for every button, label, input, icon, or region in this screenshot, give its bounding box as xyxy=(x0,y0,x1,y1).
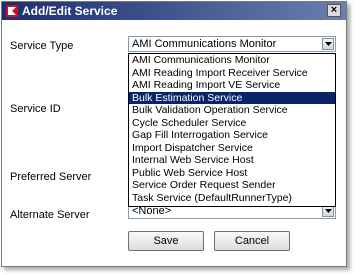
alternate-server-label: Alternate Server xyxy=(10,209,90,221)
dropdown-option[interactable]: Cycle Scheduler Service xyxy=(129,117,335,130)
service-type-dropdown-button[interactable] xyxy=(322,38,334,50)
service-type-label: Service Type xyxy=(10,40,74,52)
dropdown-option[interactable]: Bulk Validation Operation Service xyxy=(129,104,335,117)
dropdown-option[interactable]: Internal Web Service Host xyxy=(129,154,335,167)
dropdown-option[interactable]: Public Web Service Host xyxy=(129,167,335,180)
chevron-down-icon xyxy=(325,209,332,213)
add-edit-service-dialog: Add/Edit Service × Service Type AMI Comm… xyxy=(1,1,347,267)
dropdown-option[interactable]: AMI Reading Import Receiver Service xyxy=(129,67,335,80)
close-button[interactable]: × xyxy=(327,4,341,17)
dropdown-option[interactable]: Service Order Request Sender xyxy=(129,179,335,192)
window-title: Add/Edit Service xyxy=(22,4,118,18)
service-type-options-list[interactable]: AMI Communications Monitor AMI Reading I… xyxy=(128,53,336,207)
dropdown-option-selected[interactable]: Bulk Estimation Service xyxy=(129,91,335,104)
save-button[interactable]: Save xyxy=(128,231,204,251)
service-id-label: Service ID xyxy=(10,103,61,115)
dropdown-option[interactable]: AMI Reading Import VE Service xyxy=(129,79,335,92)
dropdown-option[interactable]: Import Dispatcher Service xyxy=(129,142,335,155)
cancel-button[interactable]: Cancel xyxy=(214,231,290,251)
app-icon xyxy=(6,5,18,17)
title-bar[interactable]: Add/Edit Service × xyxy=(2,2,346,20)
service-type-select[interactable]: AMI Communications Monitor xyxy=(128,36,336,52)
dropdown-option[interactable]: Gap Fill Interrogation Service xyxy=(129,129,335,142)
chevron-down-icon xyxy=(325,42,332,46)
preferred-server-label: Preferred Server xyxy=(10,171,92,183)
service-type-value: AMI Communications Monitor xyxy=(132,38,277,50)
close-icon: × xyxy=(330,4,338,16)
dropdown-option[interactable]: Task Service (DefaultRunnerType) xyxy=(129,192,335,205)
dropdown-option[interactable]: AMI Communications Monitor xyxy=(129,54,335,67)
